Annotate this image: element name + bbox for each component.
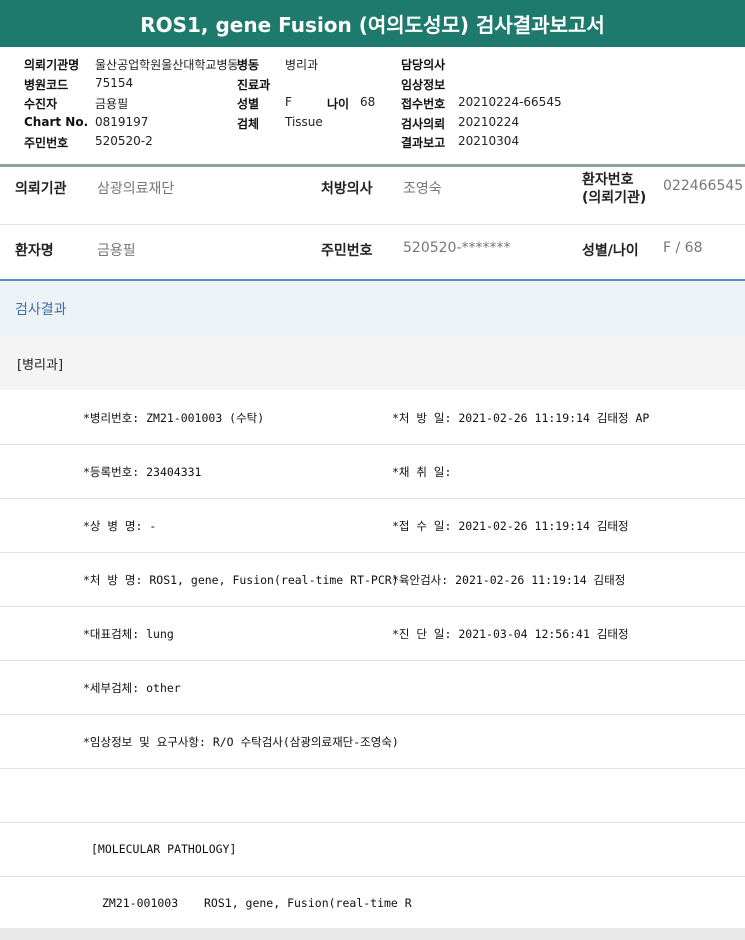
clinical-label: 임상정보 [401,78,446,92]
receipt-no-label: 접수번호 [401,97,446,111]
result-report-label: 결과보고 [401,136,446,150]
age-label: 나이 [327,97,350,111]
department-row: [병리과] [0,336,745,390]
result-row: *대표검체: lung *진 단 일: 2021-03-04 12:56:41 … [0,606,745,661]
patient-name-value: 금용필 [97,243,136,259]
resident-value: 520520-******* [403,240,511,256]
requesting-org: 울산공업학원울산대학교병동 [95,58,239,72]
representative-specimen: *대표검체: lung [83,627,174,641]
header-divider [0,164,745,167]
resident-label: 주민번호 [321,243,373,259]
prescriber-value: 조영숙 [403,181,442,197]
prescriber-label: 처방의사 [321,181,373,197]
patient-label: 수진자 [24,97,58,111]
clinical-request: *임상정보 및 요구사항: R/O 수탁검사(삼광의료재단-조영숙) [83,735,399,749]
sex: F [285,95,292,109]
results-section-header: 검사결과 [0,279,745,336]
chart-no-label: Chart No. [24,115,89,129]
result-row: ZM21-001003 ROS1, gene, Fusion(real-time… [0,876,745,930]
resident-no-label: 주민번호 [24,136,69,150]
ward-label: 병동 [237,58,260,72]
doctor-label: 담당의사 [401,58,446,72]
report-title: ROS1, gene Fusion (여의도성모) 검사결과보고서 [140,13,605,37]
sex-label: 성별 [237,97,260,111]
pathology-no: *병리번호: ZM21-001003 (수탁) [83,411,265,425]
result-report: 20210304 [458,134,520,148]
ward: 병리과 [285,58,319,72]
result-row: *상 병 명: - *접 수 일: 2021-02-26 11:19:14 김태… [0,498,745,553]
patient-no-label: 환자번호 [582,172,634,188]
result-row: *처 방 명: ROS1, gene, Fusion(real-time RT-… [0,552,745,607]
receipt-date: *접 수 일: 2021-02-26 11:19:14 김태정 [392,519,629,533]
report-title-bar: ROS1, gene Fusion (여의도성모) 검사결과보고서 [0,0,745,47]
molecular-case-no: ZM21-001003 [102,896,179,910]
requesting-org-label: 의뢰기관명 [24,58,80,72]
specimen: Tissue [285,115,323,129]
receipt-no: 20210224-66545 [458,95,562,109]
result-row: *병리번호: ZM21-001003 (수탁) *처 방 일: 2021-02-… [0,390,745,445]
result-row: *등록번호: 23404331 *채 취 일: [0,444,745,499]
patient: 금용필 [95,97,129,111]
result-row: [MOLECULAR PATHOLOGY] [0,822,745,877]
department-label: [병리과] [17,358,64,373]
disease-name: *상 병 명: - [83,519,157,533]
prescription-name: *처 방 명: ROS1, gene, Fusion(real-time RT-… [83,573,399,587]
test-request: 20210224 [458,115,520,129]
sexage-label: 성별/나이 [582,243,639,259]
age: 68 [360,95,376,109]
collection-date: *채 취 일: [392,465,452,479]
results-section-title: 검사결과 [15,302,67,318]
gross-exam: *육안검사: 2021-02-26 11:19:14 김태정 [392,573,626,587]
prescription-date: *처 방 일: 2021-02-26 11:19:14 김태정 AP [392,411,650,425]
org-value: 삼광의료재단 [97,181,175,197]
detail-specimen: *세부검체: other [83,681,181,695]
result-row: *세부검체: other [0,660,745,715]
info-row-divider [0,224,745,225]
registration-no: *등록번호: 23404331 [83,465,202,479]
hospital-code: 75154 [95,76,134,90]
report-header: 의뢰기관명 울산공업학원울산대학교병동 병동 병리과 담당의사 병원코드 751… [0,47,745,163]
dept-label: 진료과 [237,78,271,92]
test-request-label: 검사의뢰 [401,117,446,131]
patient-name-label: 환자명 [15,243,54,259]
org-label: 의뢰기관 [15,181,67,197]
scrollbar-track[interactable] [0,928,745,940]
specimen-label: 검체 [237,117,260,131]
chart-no: 0819197 [95,115,149,129]
patient-no-sublabel: (의뢰기관) [582,190,647,206]
molecular-test-name: ROS1, gene, Fusion(real-time R [204,896,412,910]
molecular-pathology-header: [MOLECULAR PATHOLOGY] [91,842,237,856]
hospital-code-label: 병원코드 [24,78,69,92]
result-row: *임상정보 및 요구사항: R/O 수탁검사(삼광의료재단-조영숙) [0,714,745,769]
sexage-value: F / 68 [663,240,703,256]
diagnosis-date: *진 단 일: 2021-03-04 12:56:41 김태정 [392,627,629,641]
resident-no: 520520-2 [95,134,153,148]
result-row [0,768,745,823]
patient-no-value: 022466545 [663,178,744,194]
